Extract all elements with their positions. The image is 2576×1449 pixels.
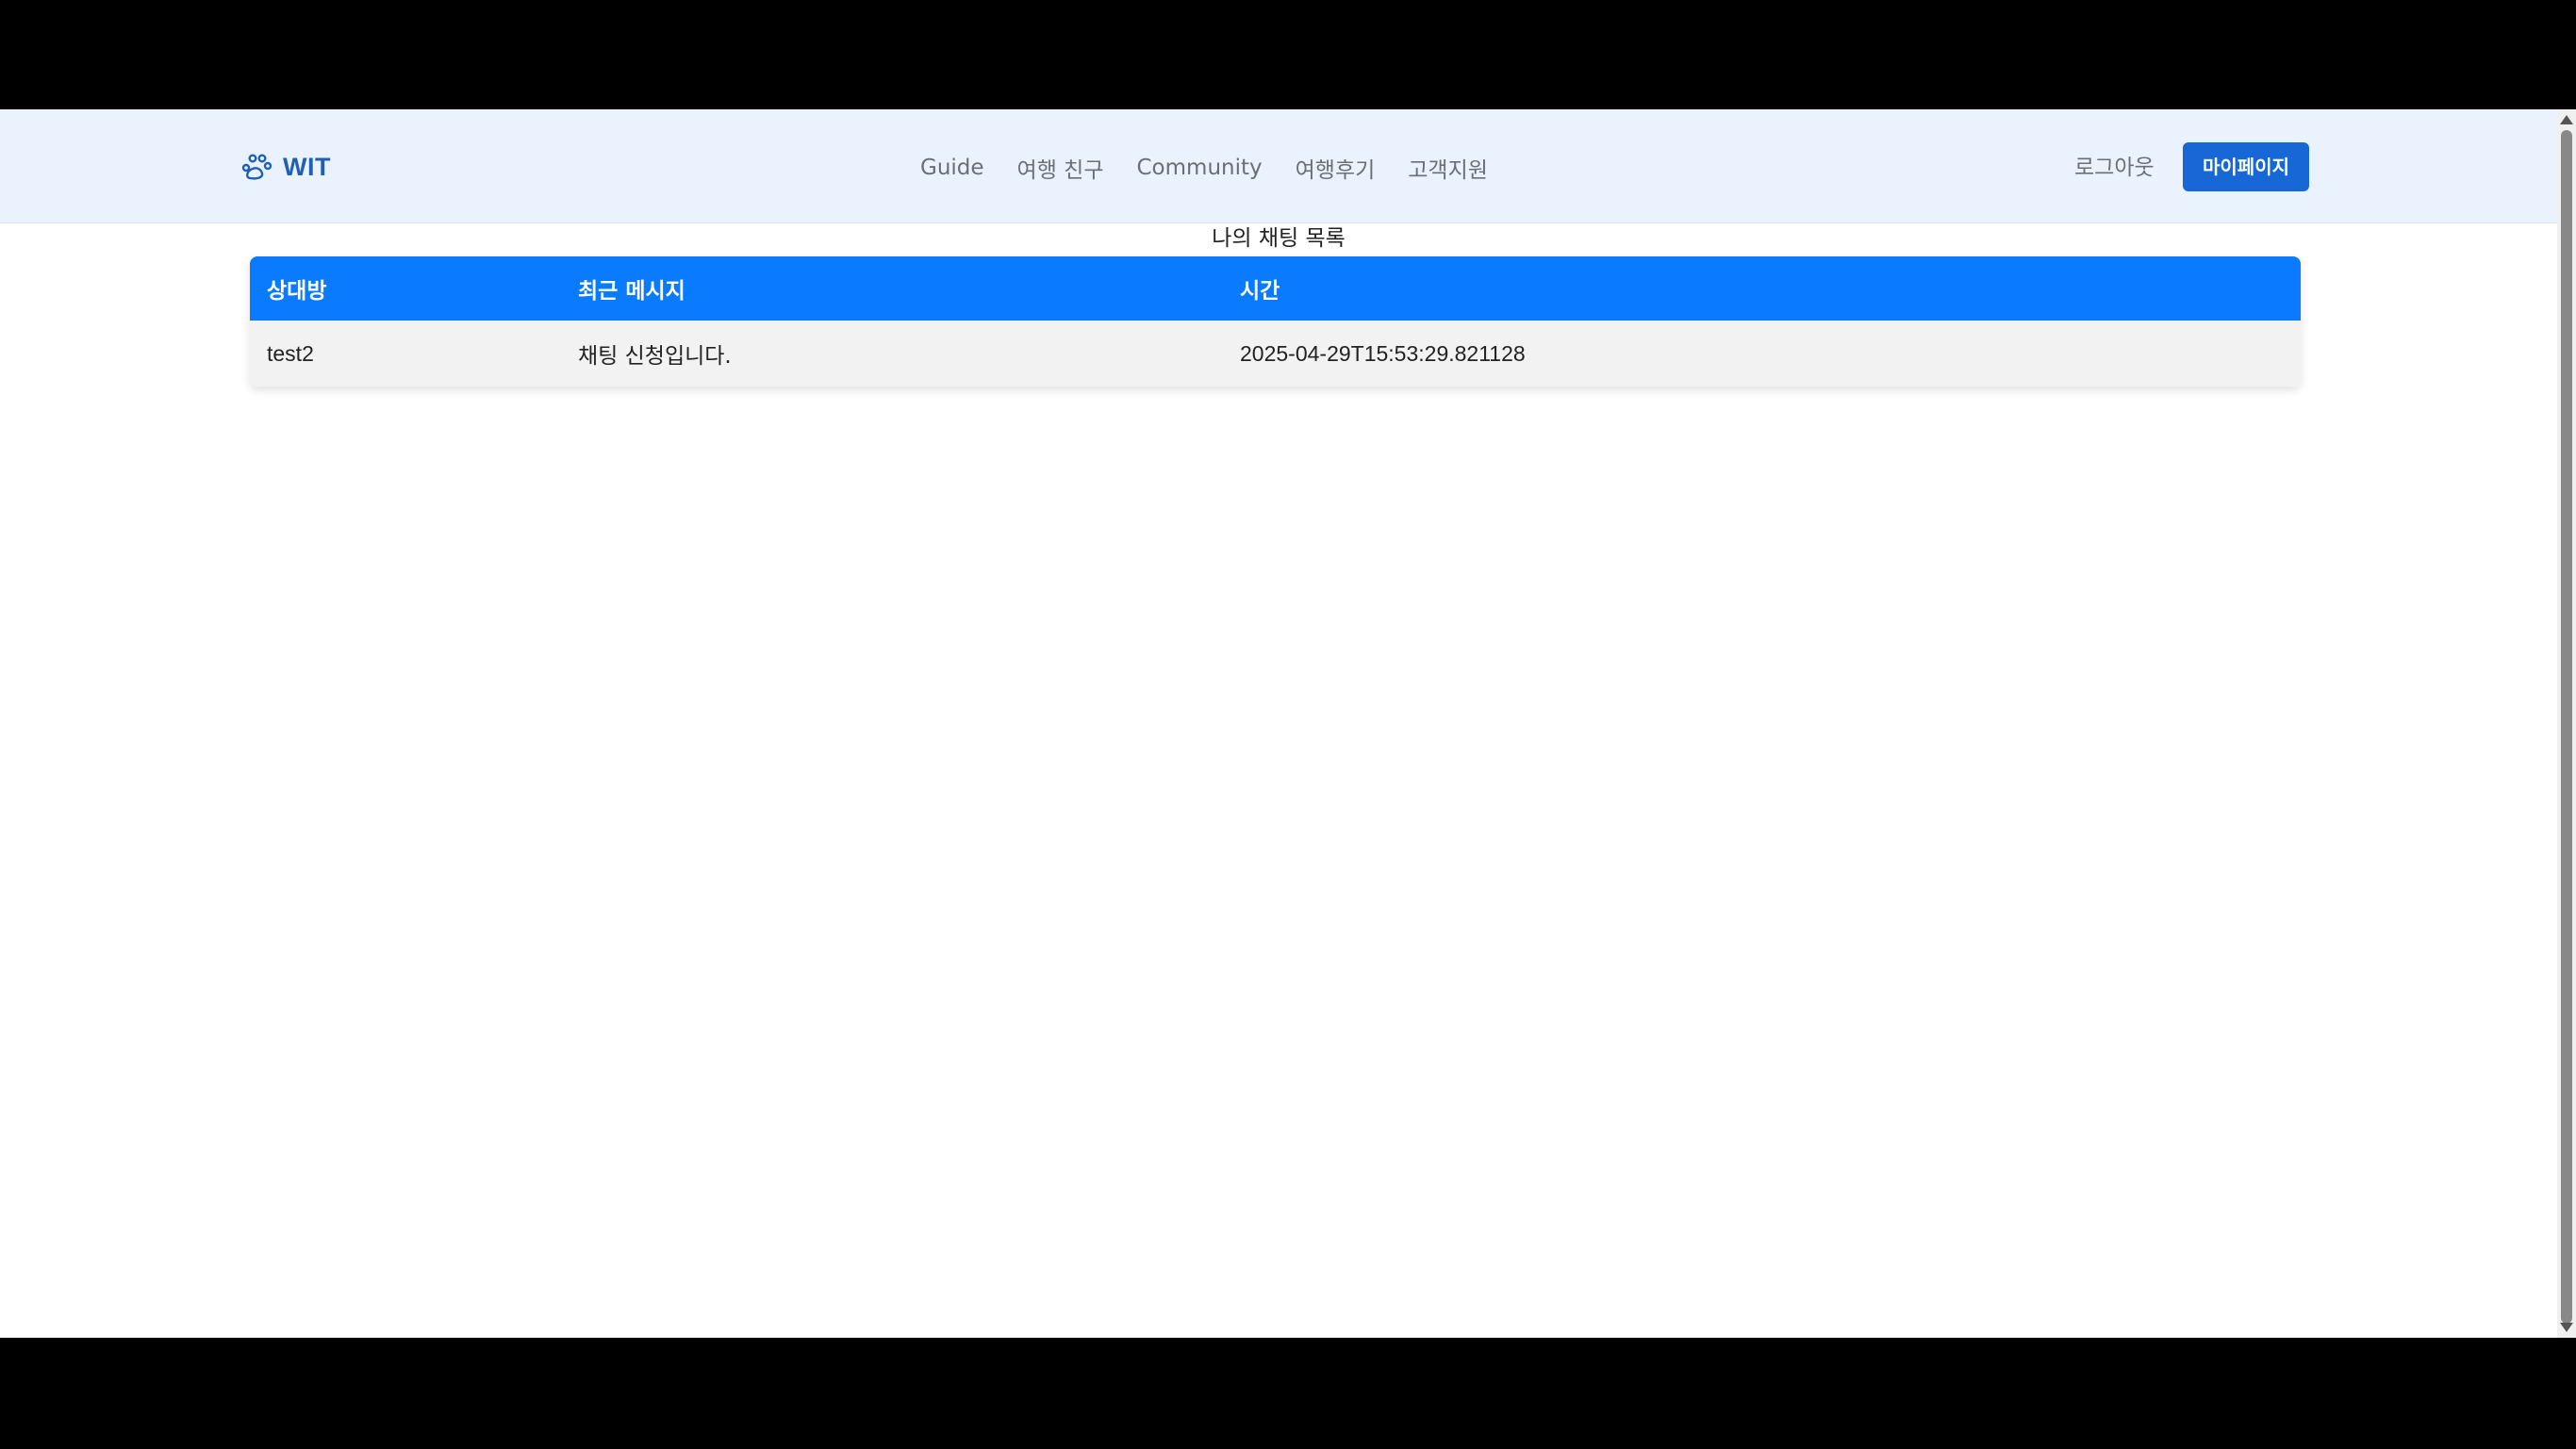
nav-travel-friends[interactable]: 여행 친구 bbox=[1017, 152, 1104, 184]
scroll-thumb[interactable] bbox=[2561, 130, 2572, 1324]
logo-link[interactable]: WIT bbox=[241, 150, 331, 184]
browser-viewport: WIT Guide 여행 친구 Community 여행후기 고객지원 로그아웃… bbox=[0, 109, 2557, 1338]
paw-icon bbox=[241, 154, 272, 180]
column-header-time: 시간 bbox=[1240, 279, 1280, 304]
cell-recent-message: 채팅 신청입니다. bbox=[578, 344, 732, 369]
vertical-scrollbar[interactable] bbox=[2557, 109, 2576, 1338]
nav-travel-reviews[interactable]: 여행후기 bbox=[1296, 152, 1376, 184]
table-header: 상대방 최근 메시지 시간 bbox=[250, 256, 2301, 321]
logo-text: WIT bbox=[283, 152, 331, 181]
scroll-down-arrow-icon[interactable] bbox=[2560, 1323, 2573, 1332]
main-nav: Guide 여행 친구 Community 여행후기 고객지원 bbox=[920, 149, 1488, 187]
site-header: WIT Guide 여행 친구 Community 여행후기 고객지원 로그아웃… bbox=[0, 109, 2557, 223]
mypage-button[interactable]: 마이페이지 bbox=[2183, 142, 2309, 191]
letterbox-bottom bbox=[0, 1338, 2576, 1449]
cell-partner: test2 bbox=[267, 340, 314, 366]
column-header-recent-message: 최근 메시지 bbox=[578, 279, 685, 304]
chat-list-table: 상대방 최근 메시지 시간 test2 채팅 신청입니다. 2025-04-29… bbox=[250, 256, 2301, 387]
logout-link[interactable]: 로그아웃 bbox=[2074, 149, 2155, 187]
nav-guide[interactable]: Guide bbox=[920, 156, 984, 180]
page-title: 나의 채팅 목록 bbox=[1212, 226, 1346, 251]
nav-community[interactable]: Community bbox=[1137, 156, 1263, 180]
cell-time: 2025-04-29T15:53:29.821128 bbox=[1240, 340, 1526, 366]
table-row[interactable]: test2 채팅 신청입니다. 2025-04-29T15:53:29.8211… bbox=[250, 321, 2301, 387]
scroll-up-arrow-icon[interactable] bbox=[2560, 115, 2573, 124]
column-header-partner: 상대방 bbox=[267, 279, 327, 304]
letterbox-top bbox=[0, 0, 2576, 109]
nav-customer-support[interactable]: 고객지원 bbox=[1408, 152, 1488, 184]
